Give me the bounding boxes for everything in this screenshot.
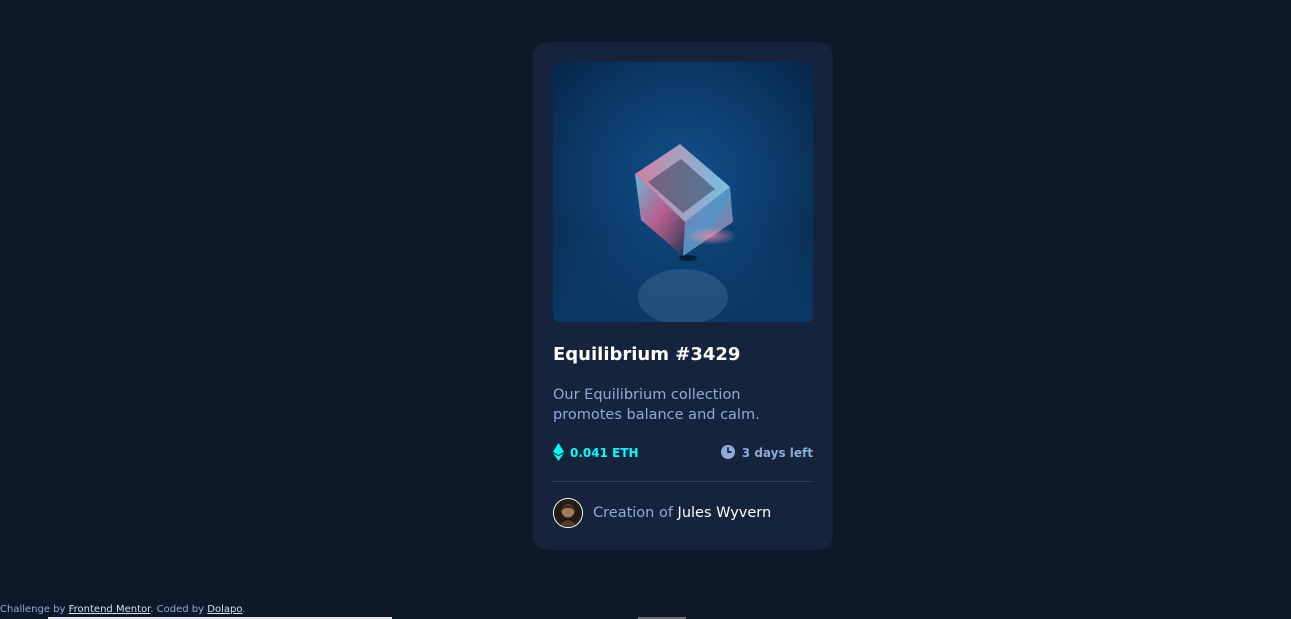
divider [553, 481, 813, 482]
time-left: 3 days left [720, 444, 813, 462]
equilibrium-image[interactable] [553, 62, 813, 322]
attribution-suffix: . [242, 604, 246, 615]
card-description: Our Equilibrium collection promotes bala… [553, 387, 760, 423]
author-link[interactable]: Dolapo [207, 604, 242, 615]
attribution: Challenge by Frontend Mentor. Coded by D… [0, 603, 245, 617]
price: 0.041 ETH [553, 442, 639, 464]
clock-icon [720, 444, 735, 462]
frontend-mentor-link[interactable]: Frontend Mentor [69, 604, 151, 615]
avatar [553, 498, 583, 528]
time-left-value: 3 days left [741, 446, 813, 460]
ethereum-icon [553, 442, 564, 464]
creator-name[interactable]: Jules Wyvern [678, 505, 772, 521]
nft-card: Equilibrium #3429 Our Equilibrium collec… [533, 42, 833, 550]
challenge-prefix: Challenge by [0, 604, 66, 615]
creator-text: Creation of Jules Wyvern [593, 505, 771, 521]
card-title[interactable]: Equilibrium #3429 [553, 343, 813, 367]
creator-row: Creation of Jules Wyvern [553, 497, 813, 529]
creator-prefix: Creation of [593, 505, 673, 521]
coded-prefix: . Coded by [150, 604, 205, 615]
card-meta: 0.041 ETH 3 days left [553, 442, 813, 464]
price-value: 0.041 ETH [570, 446, 639, 460]
